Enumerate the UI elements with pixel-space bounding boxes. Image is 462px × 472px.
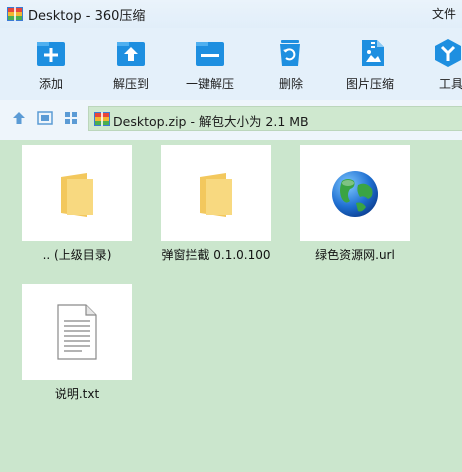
recycle-bin-icon [280, 40, 300, 66]
text-file-icon [57, 304, 97, 360]
folder-icon [61, 173, 93, 217]
file-item-url-shortcut[interactable]: 绿色资源网.url [300, 140, 410, 270]
add-button[interactable]: 添加 [22, 28, 82, 100]
file-thumbnail [22, 145, 132, 241]
extract-to-button[interactable]: 解压到 [100, 28, 165, 100]
tools-icon [435, 39, 461, 67]
add-icon [37, 42, 65, 66]
details-view-icon[interactable] [37, 110, 53, 126]
file-thumbnail [161, 145, 271, 241]
globe-icon [332, 171, 378, 217]
title-bar: Desktop - 360压缩 文件 [0, 0, 462, 28]
file-name: .. (上级目录) [42, 248, 112, 262]
zip-archive-icon [94, 112, 110, 126]
file-item-readme-txt[interactable]: 说明.txt [22, 279, 132, 409]
toolbar: 添加 解压到 一键解压 删除 图片压缩 工具 [0, 28, 462, 100]
one-click-extract-icon [196, 42, 224, 66]
address-bar[interactable]: Desktop.zip - 解包大小为 2.1 MB [88, 106, 462, 131]
folder-icon [200, 173, 232, 217]
file-thumbnail [22, 284, 132, 380]
image-compress-button[interactable]: 图片压缩 [338, 28, 403, 100]
archive-path: Desktop.zip - 解包大小为 2.1 MB [113, 114, 309, 129]
file-list: .. (上级目录) 弹窗拦截 0.1.0.100 绿色资源网.url 说明.tx… [0, 140, 462, 472]
one-click-extract-button[interactable]: 一键解压 [182, 28, 242, 100]
file-name: 说明.txt [54, 387, 100, 401]
navigation-bar: Desktop.zip - 解包大小为 2.1 MB [0, 100, 462, 140]
thumbnail-view-icon[interactable] [63, 110, 79, 126]
extract-to-label: 解压到 [113, 77, 150, 91]
delete-label: 删除 [279, 77, 304, 91]
add-label: 添加 [39, 77, 64, 91]
tools-button[interactable]: 工具 [425, 28, 462, 100]
menu-file[interactable]: 文件 [432, 5, 456, 22]
one-click-extract-label: 一键解压 [186, 77, 235, 91]
image-compress-icon [362, 40, 384, 66]
file-name: 绿色资源网.url [315, 248, 395, 262]
file-thumbnail [300, 145, 410, 241]
file-name: 弹窗拦截 0.1.0.100 [161, 248, 271, 262]
file-item-parent-directory[interactable]: .. (上级目录) [22, 140, 132, 270]
image-compress-label: 图片压缩 [346, 77, 395, 91]
delete-button[interactable]: 删除 [262, 28, 317, 100]
tools-label: 工具 [439, 77, 462, 91]
extract-to-icon [117, 42, 145, 66]
app-zip-icon [7, 7, 23, 21]
up-arrow-icon[interactable] [11, 110, 27, 126]
file-item-popup-blocker-folder[interactable]: 弹窗拦截 0.1.0.100 [161, 140, 271, 270]
window-title: Desktop - 360压缩 [28, 9, 146, 24]
